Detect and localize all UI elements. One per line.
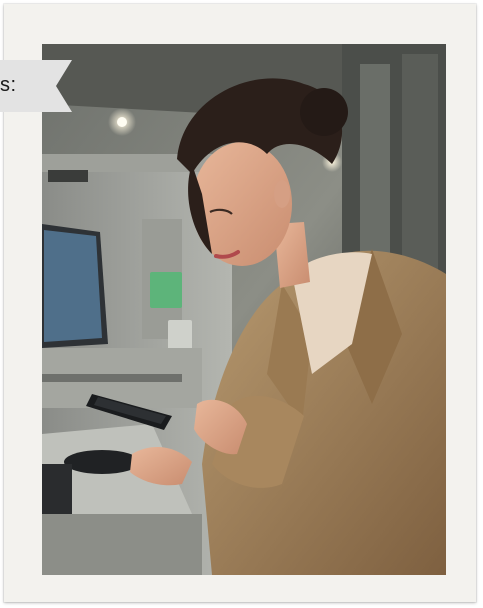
photo <box>42 44 446 575</box>
photo-illustration <box>42 44 446 575</box>
tag-label: s: <box>0 74 17 96</box>
page: s: <box>0 0 483 608</box>
polaroid-frame <box>4 4 476 602</box>
label-tag: s: <box>0 60 72 112</box>
